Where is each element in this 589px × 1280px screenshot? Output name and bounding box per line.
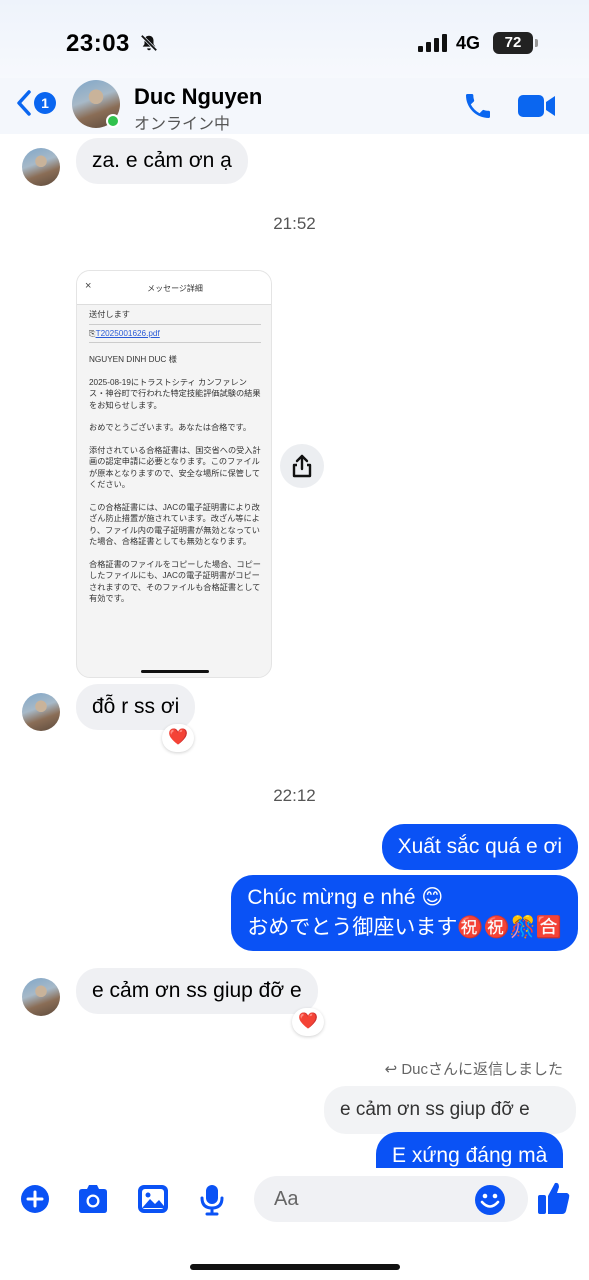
document-title: メッセージ詳細: [147, 284, 203, 293]
reply-arrow-icon: ↩: [384, 1061, 398, 1078]
status-time: 23:03: [66, 30, 130, 57]
battery-icon: 72: [493, 32, 538, 54]
status-bar: 23:03 4G 72: [0, 0, 589, 80]
timestamp: 21:52: [273, 214, 316, 233]
timestamp: 22:12: [273, 786, 316, 805]
home-indicator: [190, 1264, 400, 1270]
unread-badge: 1: [34, 92, 56, 114]
contact-name[interactable]: Duc Nguyen: [134, 84, 262, 110]
plus-icon[interactable]: [20, 1184, 50, 1214]
message-incoming[interactable]: za. e cảm ơn ạ: [76, 138, 248, 184]
document-header: × メッセージ詳細: [77, 271, 271, 305]
share-icon: [292, 454, 312, 478]
bell-mute-icon: [140, 34, 158, 52]
composer-bar: [0, 1168, 589, 1280]
heart-reaction-icon[interactable]: ❤️: [162, 724, 194, 752]
contact-status: オンライン中: [134, 116, 231, 133]
share-button[interactable]: [280, 444, 324, 488]
chevron-left-icon: [17, 90, 31, 116]
document-link: T2025001626.pdf: [95, 328, 160, 338]
avatar[interactable]: [22, 978, 60, 1016]
quoted-message[interactable]: e cảm ơn ss giup đỡ e: [324, 1086, 576, 1134]
online-indicator: [106, 114, 120, 128]
document-paragraph: おめでとうございます。あなたは合格です。: [89, 423, 252, 432]
message-incoming[interactable]: e cảm ơn ss giup đỡ e: [76, 968, 318, 1014]
emoji-icon[interactable]: [474, 1184, 506, 1216]
camera-icon[interactable]: [76, 1184, 110, 1214]
reply-note-text: Ducさんに返信しました: [401, 1061, 563, 1078]
message-line: Chúc mừng e nhé 😊: [247, 886, 444, 909]
document-paragraph: 合格証書のファイルをコピーした場合、コピーしたファイルにも、JACの電子証明書が…: [89, 559, 261, 604]
message-line: おめでとう御座います㊗️㊗️🎊🈴: [247, 916, 562, 939]
message-list[interactable]: za. e cảm ơn ạ 21:52 × メッセージ詳細 送付します ⎘T2…: [0, 134, 589, 1176]
image-icon[interactable]: [137, 1184, 169, 1214]
network-label: 4G: [456, 33, 481, 53]
document-paragraph: この合格証書には、JACの電子証明書により改ざん防止措置が施されています。改ざん…: [89, 502, 260, 547]
document-home-bar: [141, 670, 209, 673]
thumbs-up-icon[interactable]: [537, 1180, 571, 1216]
phone-icon[interactable]: [462, 90, 494, 122]
message-outgoing[interactable]: Chúc mừng e nhé 😊 おめでとう御座います㊗️㊗️🎊🈴: [231, 875, 578, 951]
document-paragraph: 2025-08-19にトラストシティ カンファレンス・神谷町で行われた特定技能評…: [89, 377, 261, 410]
microphone-icon[interactable]: [200, 1184, 224, 1216]
document-body: 送付します ⎘T2025001626.pdf NGUYEN DINH DUC 様…: [77, 305, 271, 605]
avatar[interactable]: [22, 148, 60, 186]
signal-icon: [418, 34, 447, 52]
video-call-icon[interactable]: [518, 93, 556, 119]
message-outgoing[interactable]: Xuất sắc quá e ơi: [381, 824, 578, 870]
avatar[interactable]: [22, 693, 60, 731]
heart-reaction-icon[interactable]: ❤️: [292, 1008, 324, 1036]
document-line: 送付します: [89, 310, 130, 319]
document-preview[interactable]: × メッセージ詳細 送付します ⎘T2025001626.pdf NGUYEN …: [76, 270, 272, 678]
document-paragraph: 添付されている合格証書は、国交省への受入計画の認定申請に必要となります。このファ…: [89, 445, 261, 490]
document-addressee: NGUYEN DINH DUC 様: [89, 355, 177, 364]
back-button[interactable]: 1: [16, 90, 56, 116]
conversation-header: 1 Duc Nguyen オンライン中: [0, 78, 589, 134]
reply-note: ↩ Ducさんに返信しました: [385, 1058, 563, 1079]
